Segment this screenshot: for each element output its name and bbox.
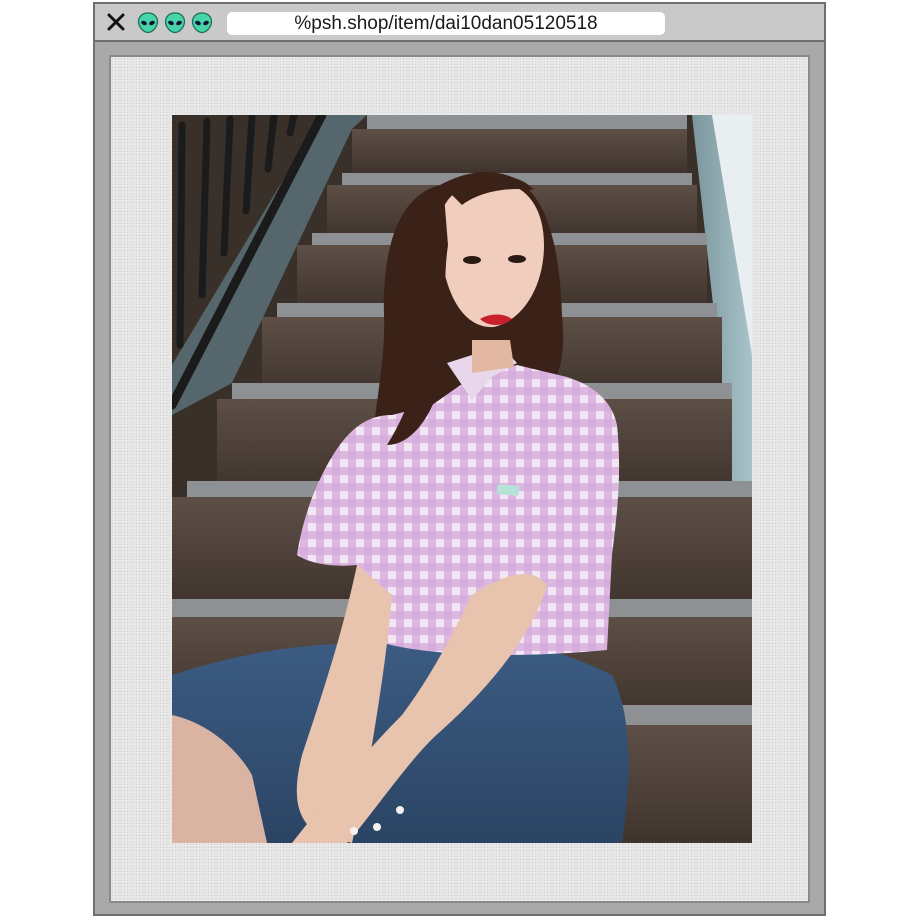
title-bar: %psh.shop/item/dai10dan05120518: [95, 4, 824, 42]
close-icon: [107, 13, 125, 31]
alien-icon[interactable]: [191, 12, 213, 34]
close-button[interactable]: [105, 11, 127, 33]
alien-icon[interactable]: [164, 12, 186, 34]
browser-window: %psh.shop/item/dai10dan05120518: [93, 2, 826, 916]
product-photo: [172, 115, 752, 843]
photo-illustration: [172, 115, 752, 843]
alien-icon[interactable]: [137, 12, 159, 34]
url-bar[interactable]: %psh.shop/item/dai10dan05120518: [227, 12, 665, 35]
page-content: [109, 55, 810, 903]
